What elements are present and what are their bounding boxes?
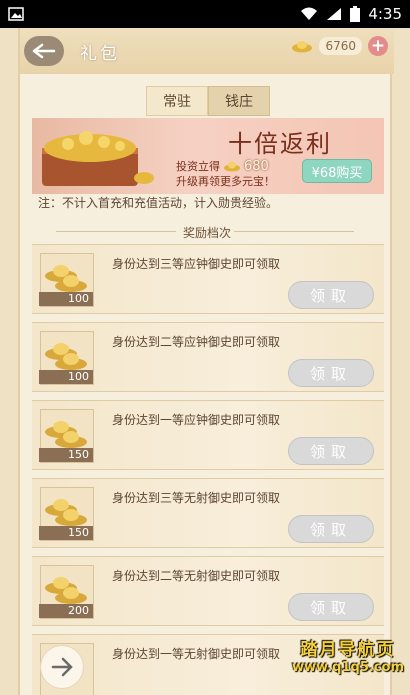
gold-ingot-reward-icon: 100 (39, 253, 94, 307)
claim-button[interactable]: 领取 (288, 515, 374, 543)
coin-value: 6760 (319, 37, 362, 55)
tab-bank[interactable]: 钱庄 (208, 86, 270, 116)
status-bar: 4:35 (0, 0, 410, 28)
battery-icon (350, 6, 361, 22)
next-button[interactable] (40, 645, 84, 689)
note-text: 注：不计入首充和充值活动，计入勋贵经验。 (38, 196, 279, 210)
upgrade-text: 升级再领更多元宝！ (176, 175, 275, 188)
gallery-notification-icon (8, 7, 24, 21)
gold-ingot-icon (224, 161, 240, 172)
reward-description: 身份达到二等无射御史即可领取 (112, 569, 281, 583)
gold-ingot-reward-icon: 200 (39, 565, 94, 619)
watermark: 踏月导航页 www.q1q5.com (292, 635, 404, 675)
wifi-icon (301, 7, 318, 20)
gold-ingot-reward-icon: 150 (39, 409, 94, 463)
claim-button[interactable]: 领取 (288, 359, 374, 387)
page-title: 礼包 (80, 44, 120, 64)
reward-count: 150 (39, 526, 93, 540)
signal-icon (327, 8, 342, 20)
back-arrow-icon (32, 43, 56, 59)
watermark-url: www.q1q5.com (292, 660, 404, 675)
clock: 4:35 (368, 5, 402, 23)
arrow-right-icon (51, 657, 73, 677)
panel-header: 礼包 6760 + (20, 28, 394, 74)
reward-section-title: 奖励档次 (182, 226, 231, 240)
reward-item: 100 身份达到三等应钟御史即可领取 领取 (32, 244, 384, 314)
reward-count: 100 (39, 292, 93, 306)
reward-count: 200 (39, 604, 93, 618)
banner-title: 十倍返利 (228, 130, 332, 158)
claim-button[interactable]: 领取 (288, 437, 374, 465)
reward-description: 身份达到三等应钟御史即可领取 (112, 257, 281, 271)
back-button[interactable] (24, 36, 64, 66)
reward-item: 200 身份达到二等无射御史即可领取 领取 (32, 556, 384, 626)
add-coins-button[interactable]: + (368, 36, 388, 56)
treasure-chest-icon (42, 131, 154, 186)
invest-label: 投资立得 (176, 160, 220, 173)
coin-balance: 6760 + (291, 36, 388, 56)
rebate-banner: 十倍返利 投资立得 680 升级再领更多元宝！ ¥68购买 (32, 118, 384, 194)
gift-panel: 礼包 6760 + 常驻 钱庄 十倍返利 投资立得 680 升级再领更多元宝！ … (18, 28, 394, 695)
gold-ingot-reward-icon: 150 (39, 487, 94, 541)
tab-regular[interactable]: 常驻 (146, 86, 208, 116)
invest-reward: 投资立得 680 (176, 158, 269, 174)
claim-button[interactable]: 领取 (288, 281, 374, 309)
divider-right (234, 231, 354, 232)
reward-description: 身份达到一等应钟御史即可领取 (112, 413, 281, 427)
tab-bar: 常驻 钱庄 (146, 86, 270, 116)
gold-ingot-reward-icon: 100 (39, 331, 94, 385)
buy-button[interactable]: ¥68购买 (302, 159, 372, 183)
reward-count: 150 (39, 448, 93, 462)
plus-icon: + (370, 35, 386, 56)
reward-item: 150 身份达到三等无射御史即可领取 领取 (32, 478, 384, 548)
invest-value: 680 (244, 158, 269, 174)
reward-item: 100 身份达到二等应钟御史即可领取 领取 (32, 322, 384, 392)
reward-description: 身份达到三等无射御史即可领取 (112, 491, 281, 505)
reward-description: 身份达到二等应钟御史即可领取 (112, 335, 281, 349)
reward-count: 100 (39, 370, 93, 384)
reward-description: 身份达到一等无射御史即可领取 (112, 647, 281, 661)
claim-button[interactable]: 领取 (288, 593, 374, 621)
watermark-title: 踏月导航页 (300, 640, 396, 660)
gold-ingot-icon (292, 41, 313, 53)
reward-item: 150 身份达到一等应钟御史即可领取 领取 (32, 400, 384, 470)
